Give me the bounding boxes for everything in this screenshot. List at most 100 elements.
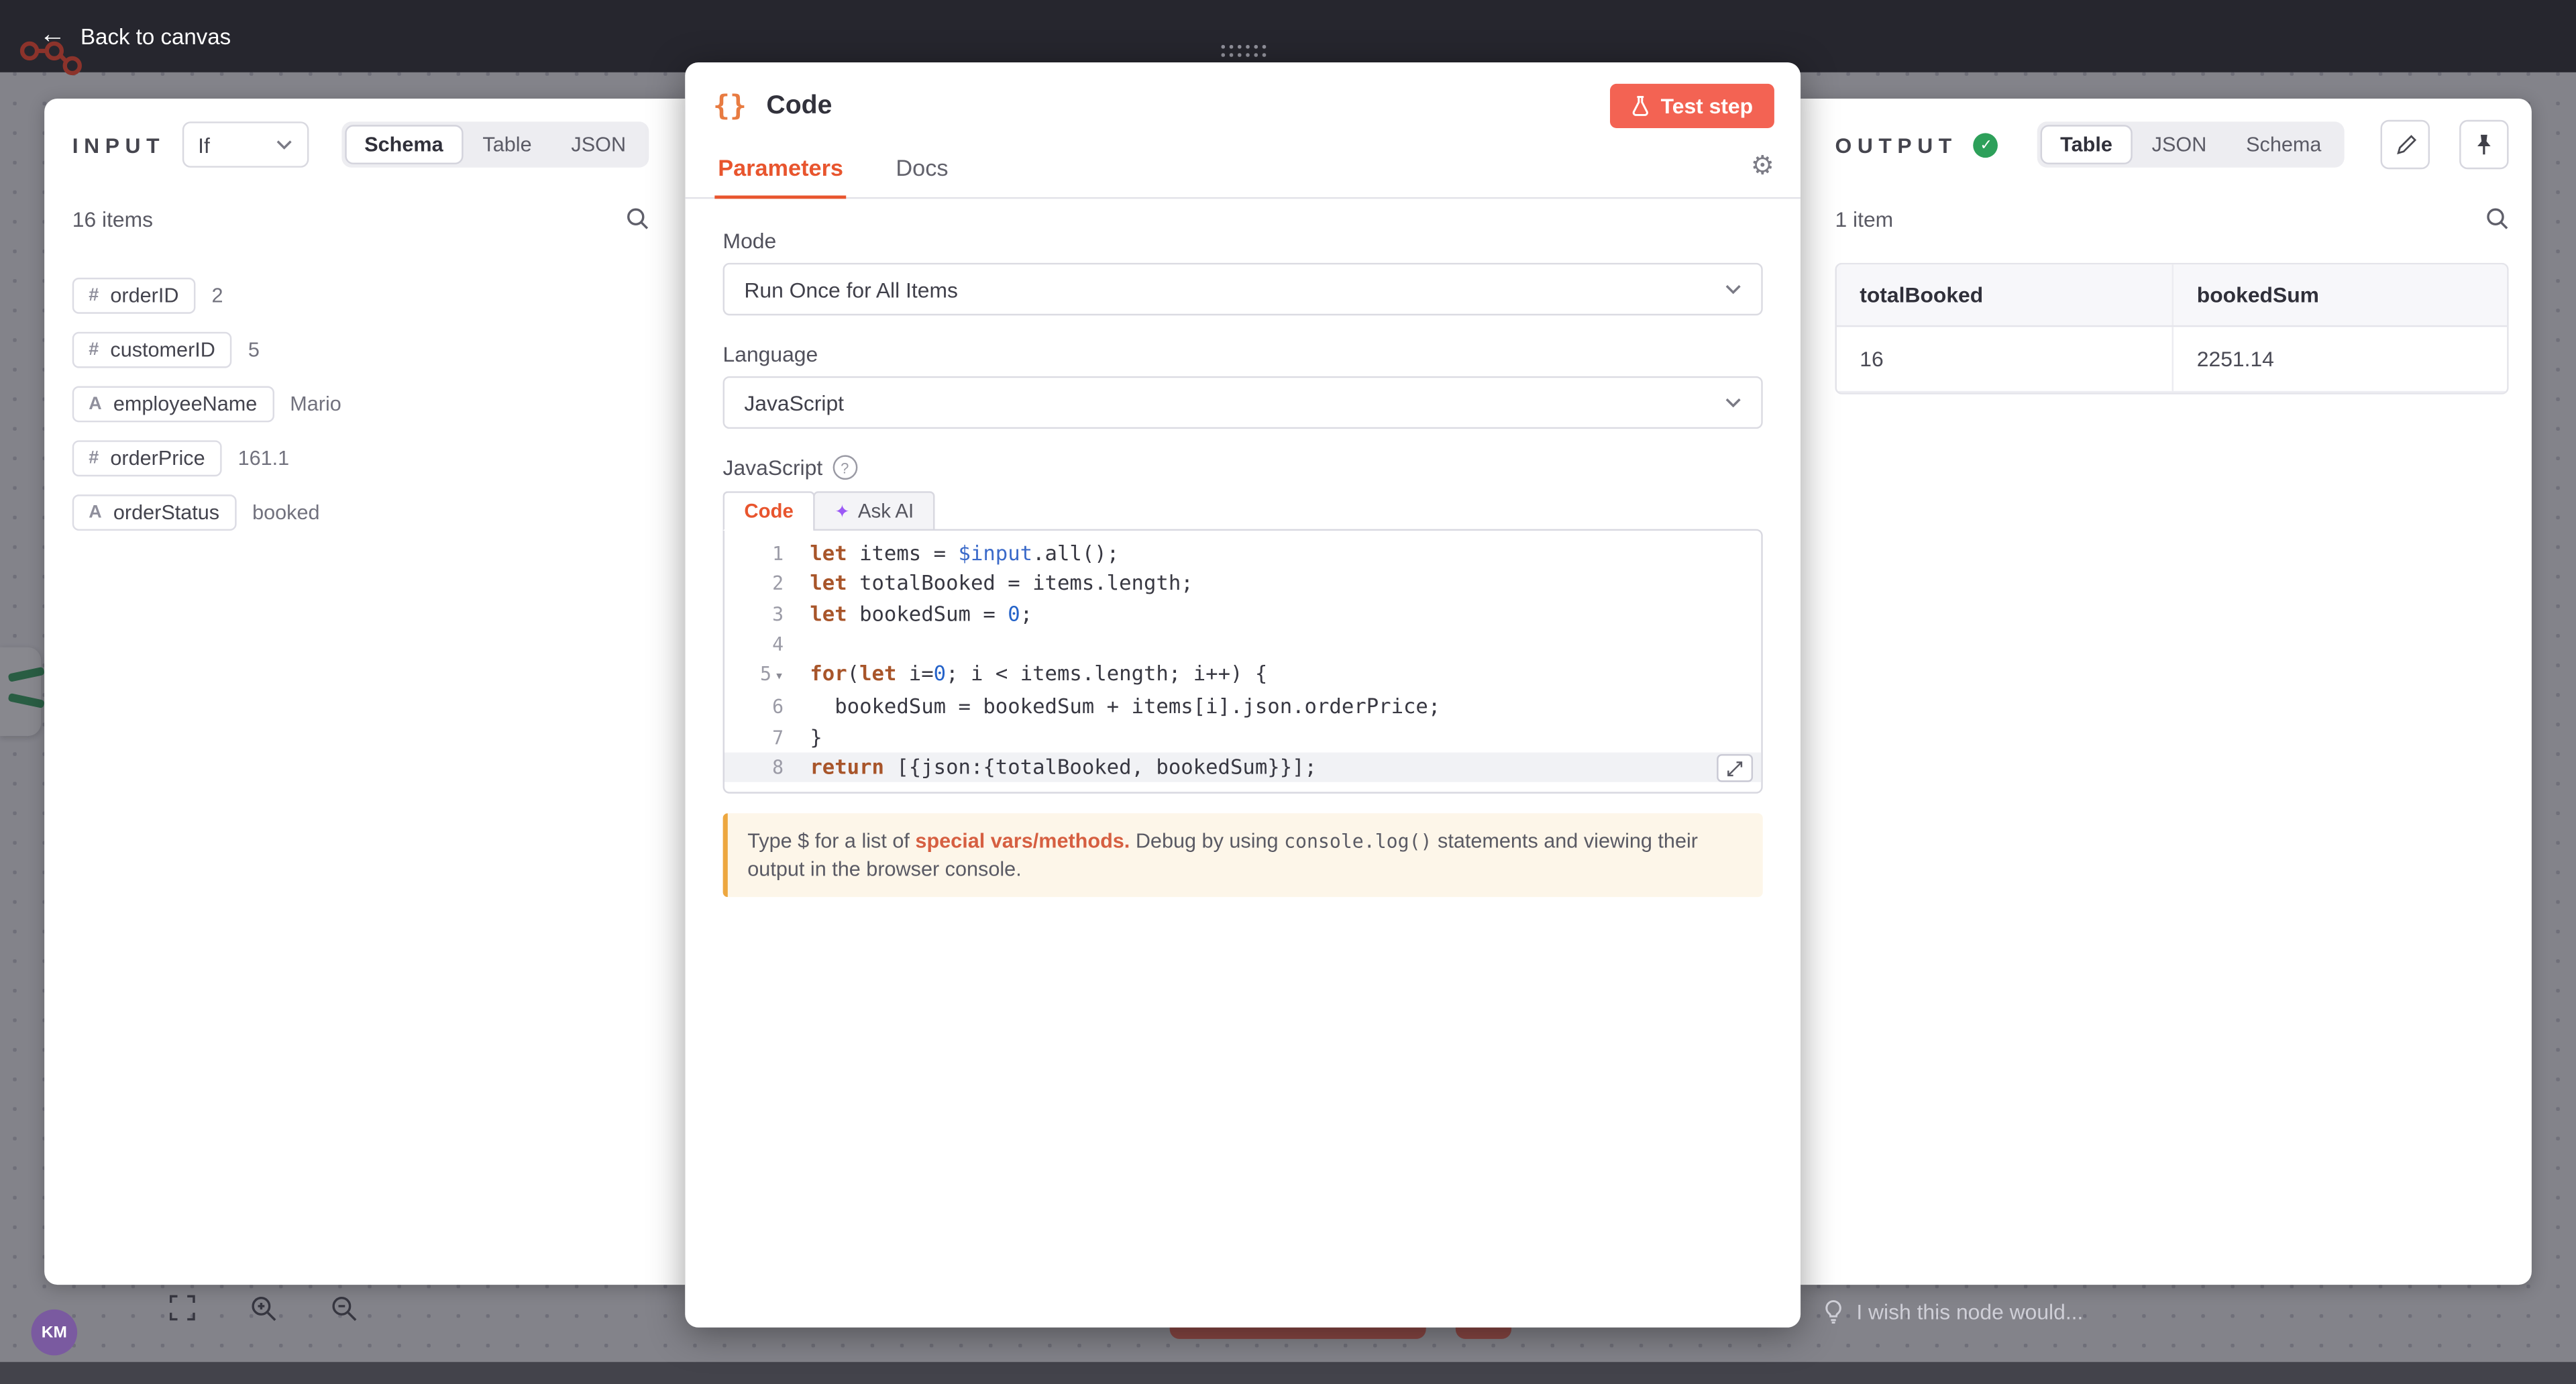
- schema-field-pill[interactable]: AemployeeName: [72, 386, 274, 423]
- table-header-cell[interactable]: bookedSum: [2173, 264, 2507, 326]
- chevron-down-icon: [1725, 398, 1741, 408]
- code-line[interactable]: 7}: [724, 723, 1761, 753]
- input-source-select[interactable]: If: [182, 121, 309, 168]
- test-step-button[interactable]: Test step: [1610, 84, 1774, 128]
- tab-docs[interactable]: Docs: [892, 142, 951, 197]
- gear-icon[interactable]: ⚙: [1751, 150, 1774, 182]
- field-type-icon: A: [89, 394, 101, 414]
- sparkle-icon: ✦: [835, 500, 850, 522]
- code-line[interactable]: 2let totalBooked = items.length;: [724, 569, 1761, 599]
- schema-row[interactable]: AorderStatusbooked: [72, 493, 649, 533]
- schema-field-pill[interactable]: # orderPrice: [72, 440, 221, 476]
- schema-field-name: orderStatus: [113, 501, 219, 524]
- tab-table[interactable]: Table: [2041, 125, 2132, 164]
- table-row[interactable]: 162251.14: [1837, 326, 2507, 392]
- schema-field-pill[interactable]: # orderID: [72, 278, 195, 314]
- back-to-canvas-button[interactable]: ← Back to canvas: [40, 23, 231, 49]
- field-type-icon: #: [89, 286, 99, 305]
- pin-data-button[interactable]: [2459, 120, 2508, 169]
- help-icon[interactable]: ?: [833, 455, 857, 480]
- output-table-wrap: totalBookedbookedSum162251.14: [1835, 263, 2509, 394]
- success-check-icon: ✓: [1974, 132, 1998, 157]
- language-value: JavaScript: [744, 390, 844, 415]
- tab-ask-ai[interactable]: ✦ Ask AI: [813, 491, 935, 531]
- schema-field-name: customerID: [110, 338, 215, 361]
- screen: ← Back to canvas INPUT If SchemaTableJSO…: [0, 0, 2576, 1384]
- mode-label: Mode: [723, 228, 1763, 253]
- schema-field-value: 161.1: [238, 447, 290, 470]
- fold-chevron-icon[interactable]: ▾: [775, 669, 784, 685]
- line-number: 2: [724, 569, 800, 599]
- code-line[interactable]: 5▾for(let i=0; i < items.length; i++) {: [724, 659, 1761, 693]
- special-vars-link[interactable]: special vars/methods.: [915, 831, 1130, 853]
- hint-code: console.log(): [1284, 831, 1432, 853]
- schema-row[interactable]: AemployeeNameMario: [72, 384, 649, 424]
- line-number: 3: [724, 599, 800, 629]
- line-number: 8: [724, 753, 800, 783]
- tab-table[interactable]: Table: [463, 125, 551, 164]
- code-node-icon: {}: [713, 89, 747, 122]
- schema-field-value: 5: [248, 338, 260, 361]
- edit-output-button[interactable]: [2381, 120, 2430, 169]
- pencil-icon: [2394, 134, 2416, 156]
- editor-hint-callout: Type $ for a list of special vars/method…: [723, 814, 1763, 897]
- output-view-tabs: TableJSONSchema: [2037, 121, 2345, 168]
- expand-editor-icon[interactable]: [1717, 754, 1753, 782]
- flask-icon: [1631, 95, 1650, 117]
- input-view-tabs: SchemaTableJSON: [341, 121, 649, 168]
- top-bar: ← Back to canvas: [0, 0, 2576, 72]
- code-editor[interactable]: 1let items = $input.all();2let totalBook…: [723, 529, 1763, 794]
- ndv-drag-handle[interactable]: [1219, 43, 1267, 58]
- tab-schema[interactable]: Schema: [2226, 125, 2341, 164]
- test-step-label: Test step: [1661, 94, 1753, 119]
- mode-select[interactable]: Run Once for All Items: [723, 263, 1763, 315]
- schema-row[interactable]: # orderPrice 161.1: [72, 439, 649, 478]
- schema-field-value: 2: [211, 284, 223, 307]
- schema-field-name: orderID: [110, 284, 178, 307]
- line-number: 1: [724, 539, 800, 569]
- table-cell: 2251.14: [2173, 326, 2507, 392]
- code-line[interactable]: 8return [{json:{totalBooked, bookedSum}}…: [724, 753, 1761, 783]
- code-line[interactable]: 3let bookedSum = 0;: [724, 599, 1761, 629]
- mode-value: Run Once for All Items: [744, 277, 958, 302]
- line-number: 5▾: [724, 659, 800, 693]
- chevron-down-icon: [1725, 284, 1741, 295]
- chevron-down-icon: [276, 140, 292, 150]
- table-header-cell[interactable]: totalBooked: [1837, 264, 2173, 326]
- input-panel: INPUT If SchemaTableJSON 16 items #order…: [44, 99, 685, 1285]
- tab-json[interactable]: JSON: [2132, 125, 2226, 164]
- tab-code[interactable]: Code: [723, 491, 815, 531]
- output-items-count: 1 item: [1835, 206, 1894, 231]
- node-feedback-link[interactable]: I wish this node would...: [1823, 1299, 2083, 1324]
- canvas-bottom-bar: [0, 1361, 2576, 1384]
- language-select[interactable]: JavaScript: [723, 376, 1763, 429]
- line-number: 4: [724, 629, 800, 659]
- search-icon[interactable]: [2485, 207, 2508, 230]
- lightbulb-icon: [1823, 1299, 1843, 1324]
- code-line[interactable]: 6 bookedSum = bookedSum + items[i].json.…: [724, 692, 1761, 723]
- hint-mid: Debug by using: [1130, 831, 1284, 853]
- node-settings-panel: {} Code Test step Parameters Docs ⚙ Mode…: [685, 62, 1801, 1328]
- language-label: Language: [723, 341, 1763, 366]
- table-cell: 16: [1837, 326, 2173, 392]
- schema-field-name: orderPrice: [110, 447, 205, 470]
- back-arrow-icon: ←: [40, 23, 66, 49]
- tab-schema[interactable]: Schema: [345, 125, 463, 164]
- code-line[interactable]: 4: [724, 629, 1761, 659]
- schema-row[interactable]: #customerID 5: [72, 330, 649, 370]
- schema-field-pill[interactable]: AorderStatus: [72, 494, 236, 531]
- schema-row[interactable]: # orderID 2: [72, 276, 649, 315]
- schema-field-pill[interactable]: #customerID: [72, 332, 232, 368]
- field-type-icon: A: [89, 502, 101, 522]
- tab-json[interactable]: JSON: [551, 125, 645, 164]
- tab-parameters[interactable]: Parameters: [714, 142, 847, 199]
- field-type-icon: #: [89, 449, 99, 468]
- output-table: totalBookedbookedSum162251.14: [1837, 264, 2507, 392]
- editor-label: JavaScript: [723, 455, 823, 480]
- code-editor-lines: 1let items = $input.all();2let totalBook…: [724, 539, 1761, 782]
- code-line[interactable]: 1let items = $input.all();: [724, 539, 1761, 569]
- search-icon[interactable]: [626, 207, 649, 230]
- schema-field-name: employeeName: [113, 392, 257, 415]
- user-avatar[interactable]: KM: [32, 1310, 78, 1356]
- node-tabs: Parameters Docs ⚙: [685, 142, 1801, 199]
